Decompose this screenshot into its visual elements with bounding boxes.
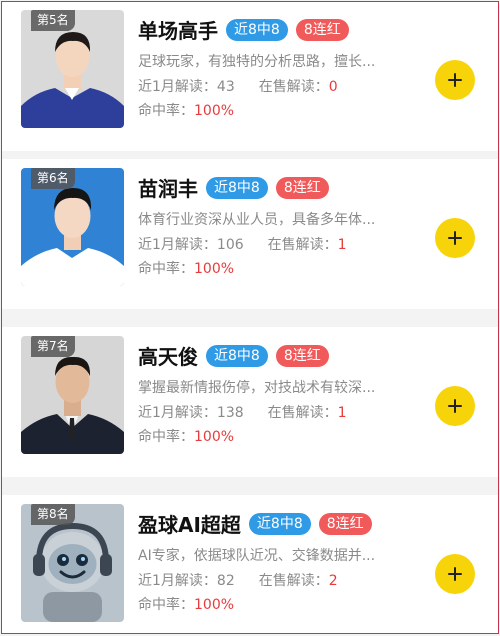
expert-avatar[interactable]: 第8名 — [21, 504, 124, 622]
expert-header: 盈球AI超超 近8中8 8连红 — [138, 509, 380, 538]
rate-label: 命中率： — [138, 103, 194, 119]
sale-value: 1 — [337, 237, 347, 253]
run-badge: 8连红 — [318, 512, 372, 535]
sale-value: 2 — [328, 573, 338, 589]
plus-icon — [448, 231, 462, 245]
expert-header: 高天俊 近8中8 8连红 — [138, 341, 337, 370]
sale-value: 0 — [328, 79, 338, 95]
monthly-label: 近1月解读： — [138, 573, 217, 589]
streak-badge: 近8中8 — [206, 176, 268, 199]
sale-label: 在售解读： — [267, 237, 338, 253]
expert-name[interactable]: 高天俊 — [138, 341, 198, 370]
expert-stats: 近1月解读：43 在售解读：0 — [138, 76, 338, 96]
expert-card[interactable]: 第7名 高天俊 近8中8 8连红 掌握最新情报伤停，对技战术有较深... 近1月… — [2, 327, 498, 477]
sale-label: 在售解读： — [258, 79, 329, 95]
hit-rate: 命中率：100% — [138, 258, 234, 278]
rate-value: 100% — [194, 261, 235, 277]
monthly-value: 106 — [216, 237, 244, 253]
hit-rate: 命中率：100% — [138, 426, 234, 446]
expert-header: 单场高手 近8中8 8连红 — [138, 15, 357, 44]
expert-stats: 近1月解读：138 在售解读：1 — [138, 402, 347, 422]
expert-name[interactable]: 苗润丰 — [138, 173, 198, 202]
follow-button[interactable] — [435, 386, 475, 426]
hit-rate: 命中率：100% — [138, 100, 234, 120]
follow-button[interactable] — [435, 218, 475, 258]
rank-badge: 第7名 — [31, 336, 75, 357]
rate-label: 命中率： — [138, 261, 194, 277]
streak-badge: 近8中8 — [248, 512, 311, 535]
expert-name[interactable]: 单场高手 — [138, 15, 218, 44]
run-badge: 8连红 — [295, 18, 349, 41]
rank-badge: 第5名 — [31, 10, 75, 31]
expert-avatar[interactable]: 第7名 — [21, 336, 124, 454]
monthly-value: 82 — [216, 573, 235, 589]
monthly-value: 43 — [216, 79, 235, 95]
expert-avatar[interactable]: 第6名 — [21, 168, 124, 286]
rate-label: 命中率： — [138, 597, 194, 613]
run-badge: 8连红 — [275, 344, 329, 367]
expert-card[interactable]: 第6名 苗润丰 近8中8 8连红 体育行业资深从业人员，具备多年体... 近1月… — [2, 159, 498, 309]
hit-rate: 命中率：100% — [138, 594, 234, 614]
sale-label: 在售解读： — [267, 405, 338, 421]
expert-name[interactable]: 盈球AI超超 — [138, 509, 241, 538]
sale-value: 1 — [337, 405, 347, 421]
rate-value: 100% — [194, 597, 235, 613]
expert-description: AI专家，依据球队近况、交锋数据并... — [138, 548, 376, 564]
expert-avatar[interactable]: 第5名 — [21, 10, 124, 128]
rank-badge: 第6名 — [31, 168, 75, 189]
plus-icon — [448, 73, 462, 87]
rate-value: 100% — [194, 429, 235, 445]
rate-value: 100% — [194, 103, 235, 119]
monthly-label: 近1月解读： — [138, 79, 217, 95]
monthly-value: 138 — [216, 405, 244, 421]
rank-badge: 第8名 — [31, 504, 75, 525]
expert-header: 苗润丰 近8中8 8连红 — [138, 173, 337, 202]
plus-icon — [448, 399, 462, 413]
expert-stats: 近1月解读：82 在售解读：2 — [138, 570, 338, 590]
run-badge: 8连红 — [275, 176, 329, 199]
plus-icon — [448, 567, 462, 581]
follow-button[interactable] — [435, 60, 475, 100]
rate-label: 命中率： — [138, 429, 194, 445]
follow-button[interactable] — [435, 554, 475, 594]
expert-card[interactable]: 第8名 盈球AI超超 近8中8 8连红 AI专家，依据球队近况、交锋数据并...… — [2, 495, 498, 633]
streak-badge: 近8中8 — [206, 344, 268, 367]
expert-stats: 近1月解读：106 在售解读：1 — [138, 234, 347, 254]
sale-label: 在售解读： — [258, 573, 329, 589]
expert-description: 体育行业资深从业人员，具备多年体... — [138, 212, 376, 228]
expert-description: 足球玩家，有独特的分析思路，擅长... — [138, 54, 376, 70]
expert-description: 掌握最新情报伤停，对技战术有较深... — [138, 380, 376, 396]
expert-card[interactable]: 第5名 单场高手 近8中8 8连红 足球玩家，有独特的分析思路，擅长... 近1… — [2, 2, 498, 151]
streak-badge: 近8中8 — [226, 18, 288, 41]
expert-list: 第5名 单场高手 近8中8 8连红 足球玩家，有独特的分析思路，擅长... 近1… — [1, 1, 499, 634]
monthly-label: 近1月解读： — [138, 405, 217, 421]
monthly-label: 近1月解读： — [138, 237, 217, 253]
